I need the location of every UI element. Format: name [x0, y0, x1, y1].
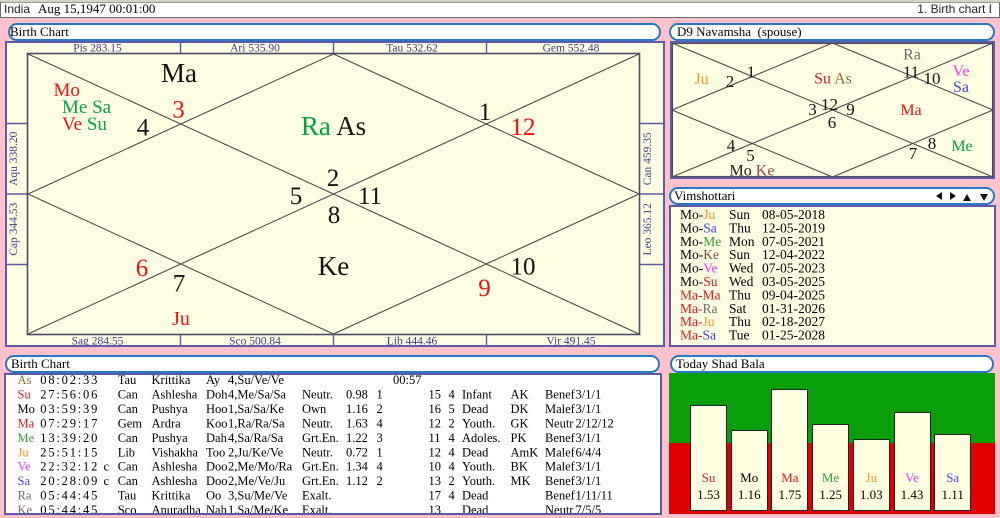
- svg-text:Ra05:44:45TauKrittikaOo3,Su/Me: Ra05:44:45TauKrittikaOo3,Su/Me/VeExalt.1…: [18, 489, 613, 503]
- svg-text:9: 9: [478, 275, 491, 302]
- svg-text:Lib 444.46: Lib 444.46: [387, 336, 438, 346]
- svg-text:6: 6: [136, 255, 149, 282]
- svg-text:1: 1: [479, 99, 492, 126]
- svg-text:Ra As: Ra As: [301, 111, 366, 141]
- svg-text:7: 7: [173, 271, 186, 298]
- svg-text:Ve Su: Ve Su: [62, 114, 107, 135]
- svg-text:Ju25:51:15LibVishakhaToo2,Ju/K: Ju25:51:15LibVishakhaToo2,Ju/Ke/VeNeutr.…: [18, 445, 602, 459]
- svg-text:12: 12: [511, 114, 536, 141]
- svg-text:Ma: Ma: [900, 102, 921, 119]
- svg-text:2: 2: [726, 72, 735, 91]
- svg-text:8: 8: [928, 134, 937, 153]
- svg-text:4: 4: [137, 115, 150, 142]
- svg-text:Su27:56:06CanAshleshaDoh4,Me/S: Su27:56:06CanAshleshaDoh4,Me/Sa/SaNeutr.…: [18, 387, 602, 401]
- svg-text:Can 459.35: Can 459.35: [642, 132, 654, 185]
- svg-text:Ju: Ju: [172, 308, 190, 330]
- svg-text:Pis 283.15: Pis 283.15: [73, 43, 122, 55]
- svg-text:Ma: Ma: [161, 58, 197, 88]
- svg-text:Ju: Ju: [694, 71, 708, 88]
- svg-text:Sag 284.55: Sag 284.55: [72, 336, 124, 346]
- svg-text:11: 11: [903, 63, 919, 82]
- svg-text:2: 2: [327, 165, 340, 192]
- svg-text:10: 10: [924, 69, 941, 88]
- svg-text:8: 8: [328, 202, 341, 229]
- svg-text:Ma07:29:17GemArdraKoo1,Ra/Ra/S: Ma07:29:17GemArdraKoo1,Ra/Ra/SaNeutr.1.6…: [18, 416, 614, 430]
- svg-text:Ke: Ke: [318, 251, 349, 281]
- svg-text:6: 6: [828, 113, 837, 132]
- svg-text:Me: Me: [951, 138, 972, 155]
- svg-text:3: 3: [172, 97, 185, 124]
- svg-text:12: 12: [821, 95, 838, 114]
- svg-text:Mo Ke: Mo Ke: [730, 163, 775, 178]
- svg-text:5: 5: [290, 183, 303, 210]
- svg-text:Gem 552.48: Gem 552.48: [543, 43, 600, 55]
- svg-text:9: 9: [846, 100, 855, 119]
- svg-text:As08:02:33TauKrittikaAy4,Su/Ve: As08:02:33TauKrittikaAy4,Su/Ve/Ve00:57: [18, 375, 422, 387]
- svg-text:Aqu 338.20: Aqu 338.20: [8, 131, 20, 186]
- svg-text:Ve: Ve: [953, 63, 970, 80]
- svg-text:Sco 500.84: Sco 500.84: [229, 336, 281, 346]
- svg-text:Ra: Ra: [903, 47, 921, 64]
- svg-text:Sa20:28:09cCanAshleshaDoo2,Me/: Sa20:28:09cCanAshleshaDoo2,Me/Ve/JuGrt.E…: [18, 474, 602, 488]
- svg-text:4: 4: [727, 136, 736, 155]
- svg-text:Cap 344.53: Cap 344.53: [8, 202, 20, 255]
- svg-text:Ve22:32:12cCanAshleshaDoo2,Me/: Ve22:32:12cCanAshleshaDoo2,Me/Mo/RaGrt.E…: [18, 460, 602, 474]
- svg-text:Ma-SaTue01-25-2028: Ma-SaTue01-25-2028: [680, 328, 825, 343]
- svg-text:3: 3: [808, 100, 817, 119]
- svg-text:Mo03:59:39CanPushyaHoo1,Sa/Sa/: Mo03:59:39CanPushyaHoo1,Sa/Sa/KeOwn1.162…: [18, 402, 602, 416]
- svg-text:7: 7: [909, 144, 918, 163]
- svg-text:Ke05:44:45ScoAnuradhaNah1,Sa/M: Ke05:44:45ScoAnuradhaNah1,Sa/Me/KeExalt.…: [18, 503, 602, 513]
- svg-text:Leo 365.12: Leo 365.12: [642, 203, 654, 256]
- svg-text:Me13:39:20CanPushyaDah4,Sa/Ra/: Me13:39:20CanPushyaDah4,Sa/Ra/SaGrt.En.1…: [18, 431, 602, 445]
- svg-text:1: 1: [747, 63, 756, 82]
- svg-text:Sa: Sa: [953, 79, 969, 96]
- svg-text:11: 11: [358, 183, 382, 210]
- svg-text:Su As: Su As: [814, 71, 852, 88]
- svg-text:Tau 532.62: Tau 532.62: [386, 43, 438, 55]
- svg-text:Vir 491.45: Vir 491.45: [546, 336, 595, 346]
- svg-text:10: 10: [511, 254, 536, 281]
- svg-text:Ari 535.90: Ari 535.90: [230, 43, 280, 55]
